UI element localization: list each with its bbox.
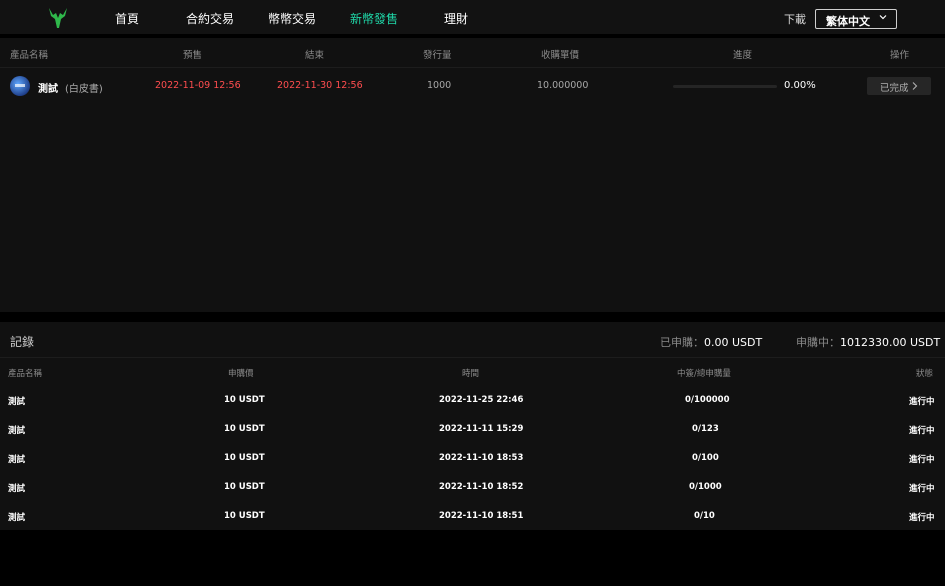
- download-link[interactable]: 下載: [784, 11, 806, 27]
- language-label: 繁体中文: [826, 15, 870, 28]
- table-row: 測試 10 USDT 2022-11-10 18:51 0/10 進行中: [0, 502, 945, 531]
- page-footer-space: [0, 530, 945, 586]
- completed-label: 已完成: [880, 83, 909, 94]
- col-price: 收購單價: [541, 50, 580, 61]
- rec-name: 測試: [8, 455, 26, 465]
- rec-qty: 0/1000: [689, 482, 722, 492]
- rec-time: 2022-11-10 18:53: [439, 453, 524, 463]
- rec-status: 進行中: [909, 397, 935, 407]
- col-supply: 發行量: [423, 50, 452, 61]
- top-nav: 首頁 合約交易 幣幣交易 新幣發售 理財 下載 繁体中文: [0, 0, 945, 36]
- coin-icon: [10, 76, 30, 96]
- rec-col-qty: 中簽/總申購量: [677, 369, 731, 379]
- records-title: 記錄: [10, 335, 35, 349]
- rec-qty: 0/123: [692, 424, 719, 434]
- table-row: 測試 10 USDT 2022-11-11 15:29 0/123 進行中: [0, 415, 945, 444]
- subscribed-label: 已申購：: [660, 336, 704, 349]
- records-panel: 記錄 已申購：0.00 USDT 申購中：1012330.00 USDT 產品名…: [0, 322, 945, 530]
- rec-status: 進行中: [909, 426, 935, 436]
- rec-status: 進行中: [909, 455, 935, 465]
- rec-name: 測試: [8, 426, 26, 436]
- table-row: 測試 10 USDT 2022-11-25 22:46 0/100000 進行中: [0, 386, 945, 415]
- rec-time: 2022-11-25 22:46: [439, 395, 524, 405]
- subscribed-summary: 已申購：0.00 USDT: [660, 334, 762, 350]
- completed-button[interactable]: 已完成: [867, 77, 931, 95]
- rec-name: 測試: [8, 484, 26, 494]
- pending-value: 1012330.00 USDT: [840, 336, 941, 349]
- rec-col-status: 狀態: [916, 369, 934, 379]
- records-table-header: 產品名稱 申購價 時間 中簽/總申購量 狀態: [0, 358, 945, 386]
- col-end: 結束: [305, 50, 325, 61]
- rec-price: 10 USDT: [224, 511, 265, 521]
- rec-col-time: 時間: [462, 369, 480, 379]
- rec-qty: 0/10: [694, 511, 715, 521]
- rec-time: 2022-11-11 15:29: [439, 424, 524, 434]
- records-header: 記錄 已申購：0.00 USDT 申購中：1012330.00 USDT: [0, 322, 945, 358]
- progress-percent: 0.00%: [784, 80, 816, 91]
- product-name: 測試: [38, 84, 58, 95]
- rec-qty: 0/100: [692, 453, 719, 463]
- table-row: 測試 (白皮書) 2022-11-09 12:56 2022-11-30 12:…: [0, 68, 945, 104]
- rec-name: 測試: [8, 397, 26, 407]
- nav-item-spot[interactable]: 幣幣交易: [268, 10, 316, 27]
- col-presale: 預售: [183, 50, 203, 61]
- section-divider: [0, 312, 945, 322]
- product-table-header: 產品名稱 預售 結束 發行量 收購單價 進度 操作: [0, 38, 945, 68]
- nav-item-contract[interactable]: 合約交易: [186, 10, 234, 27]
- price-value: 10.000000: [537, 80, 589, 91]
- rec-status: 進行中: [909, 484, 935, 494]
- rec-status: 進行中: [909, 513, 935, 523]
- end-time: 2022-11-30 12:56: [277, 80, 363, 91]
- table-row: 測試 10 USDT 2022-11-10 18:52 0/1000 進行中: [0, 473, 945, 502]
- rec-name: 測試: [8, 513, 26, 523]
- subscribed-value: 0.00 USDT: [704, 336, 763, 349]
- nav-item-new-coin[interactable]: 新幣發售: [350, 10, 398, 27]
- supply-value: 1000: [427, 80, 452, 91]
- col-action: 操作: [890, 50, 910, 61]
- pending-label: 申購中：: [796, 336, 840, 349]
- rec-col-price: 申購價: [228, 369, 254, 379]
- rec-price: 10 USDT: [224, 424, 265, 434]
- chevron-down-icon: [879, 15, 887, 20]
- rec-qty: 0/100000: [685, 395, 730, 405]
- chevron-right-icon: [912, 82, 918, 90]
- nav-item-home[interactable]: 首頁: [115, 10, 139, 27]
- col-progress: 進度: [733, 50, 753, 61]
- progress-bar: [673, 85, 777, 88]
- rec-time: 2022-11-10 18:51: [439, 511, 524, 521]
- col-product-name: 產品名稱: [10, 50, 49, 61]
- rec-price: 10 USDT: [224, 395, 265, 405]
- rec-price: 10 USDT: [224, 482, 265, 492]
- rec-time: 2022-11-10 18:52: [439, 482, 524, 492]
- pending-summary: 申購中：1012330.00 USDT: [796, 334, 940, 350]
- table-row: 測試 10 USDT 2022-11-10 18:53 0/100 進行中: [0, 444, 945, 473]
- nav-item-finance[interactable]: 理財: [444, 10, 468, 27]
- language-select[interactable]: 繁体中文: [815, 9, 897, 29]
- rec-price: 10 USDT: [224, 453, 265, 463]
- whitepaper-link[interactable]: (白皮書): [65, 80, 103, 95]
- presale-time: 2022-11-09 12:56: [155, 80, 241, 91]
- product-table: 產品名稱 預售 結束 發行量 收購單價 進度 操作 測試 (白皮書) 2022-…: [0, 38, 945, 312]
- rec-col-name: 產品名稱: [8, 369, 43, 379]
- logo-icon[interactable]: [46, 6, 70, 30]
